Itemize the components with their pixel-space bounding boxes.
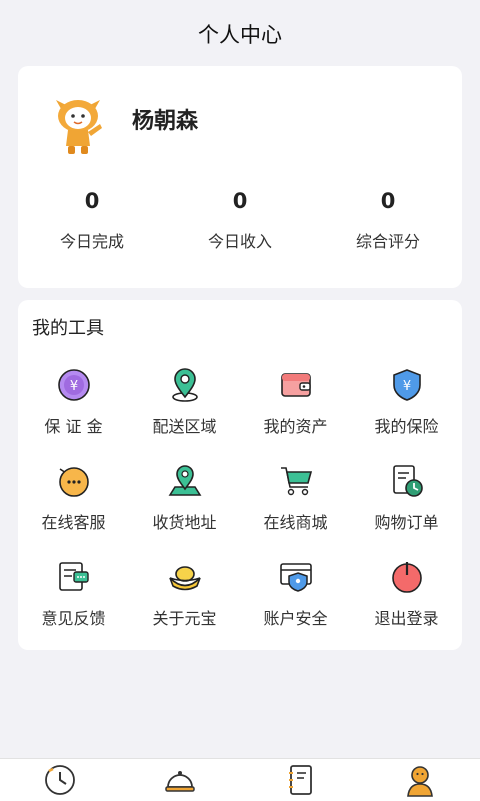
stat-value: 0: [84, 189, 100, 213]
tool-about[interactable]: 关于元宝: [129, 558, 240, 654]
tool-account-security[interactable]: 账户安全: [240, 558, 351, 654]
tool-my-insurance[interactable]: ¥ 我的保险: [351, 366, 462, 462]
power-icon: [388, 558, 426, 596]
tools-card: 我的工具 ¥ 保 证 金 配送区域 我的资产 ¥ 我的保险 在线客服 收货地址 …: [18, 300, 462, 650]
svg-text:¥: ¥: [402, 379, 410, 394]
tool-online-service[interactable]: 在线客服: [18, 462, 129, 558]
tool-label: 在线商城: [263, 513, 328, 532]
order-clock-icon: [388, 462, 426, 500]
tool-shopping-orders[interactable]: 购物订单: [351, 462, 462, 558]
page-header: 个人中心: [0, 0, 480, 68]
tool-label: 购物订单: [374, 513, 439, 532]
tools-grid: ¥ 保 证 金 配送区域 我的资产 ¥ 我的保险 在线客服 收货地址 在线商城 …: [18, 366, 462, 654]
tool-delivery-area[interactable]: 配送区域: [129, 366, 240, 462]
tool-feedback[interactable]: 意见反馈: [18, 558, 129, 654]
tab-history[interactable]: [0, 759, 120, 801]
tab-orders[interactable]: [120, 759, 240, 801]
tool-label: 退出登录: [374, 609, 439, 628]
tool-label: 我的资产: [263, 417, 328, 436]
stat-value: 0: [380, 189, 396, 213]
account-security-icon: [277, 558, 315, 596]
bottom-tab-bar: [0, 758, 480, 801]
tool-label: 我的保险: [374, 417, 439, 436]
tool-label: 关于元宝: [152, 609, 217, 628]
cart-icon: [277, 462, 315, 500]
wallet-icon: [277, 366, 315, 404]
stat-overall-rating[interactable]: 0 综合评分: [314, 186, 462, 252]
username: 杨朝森: [132, 109, 199, 134]
insurance-shield-icon: ¥: [388, 366, 426, 404]
stat-today-completed[interactable]: 0 今日完成: [18, 186, 166, 252]
stat-label: 今日完成: [59, 232, 124, 251]
stat-today-income[interactable]: 0 今日收入: [166, 186, 314, 252]
tab-profile[interactable]: [360, 759, 480, 801]
tool-label: 收货地址: [152, 513, 217, 532]
profile-person-icon: [407, 766, 433, 797]
tool-label: 在线客服: [41, 513, 106, 532]
chat-face-icon: [55, 462, 93, 500]
notebook-icon: [289, 765, 312, 795]
tool-my-assets[interactable]: 我的资产: [240, 366, 351, 462]
deposit-yen-icon: ¥: [55, 366, 93, 404]
svg-text:¥: ¥: [69, 379, 77, 394]
tool-label: 账户安全: [263, 609, 328, 628]
page-title: 个人中心: [198, 23, 282, 47]
clock-icon: [45, 765, 75, 795]
gold-ingot-icon: [166, 558, 204, 596]
profile-card: 杨朝森 0 今日完成 0 今日收入 0 综合评分: [18, 66, 462, 288]
stat-label: 综合评分: [355, 232, 420, 251]
tab-notebook[interactable]: [240, 759, 360, 801]
feedback-icon: [55, 558, 93, 596]
tool-label: 保 证 金: [44, 417, 103, 436]
mascot-avatar-icon[interactable]: [46, 92, 110, 156]
tool-label: 意见反馈: [41, 609, 106, 628]
location-pin-icon: [166, 366, 204, 404]
tool-deposit[interactable]: ¥ 保 证 金: [18, 366, 129, 462]
tool-logout[interactable]: 退出登录: [351, 558, 462, 654]
service-bell-icon: [165, 771, 195, 792]
tool-online-mall[interactable]: 在线商城: [240, 462, 351, 558]
map-pin-icon: [166, 462, 204, 500]
tools-title: 我的工具: [32, 318, 104, 339]
stat-label: 今日收入: [207, 232, 272, 251]
tool-label: 配送区域: [152, 417, 217, 436]
tool-shipping-address[interactable]: 收货地址: [129, 462, 240, 558]
stat-value: 0: [232, 189, 248, 213]
stats-row: 0 今日完成 0 今日收入 0 综合评分: [18, 186, 462, 252]
